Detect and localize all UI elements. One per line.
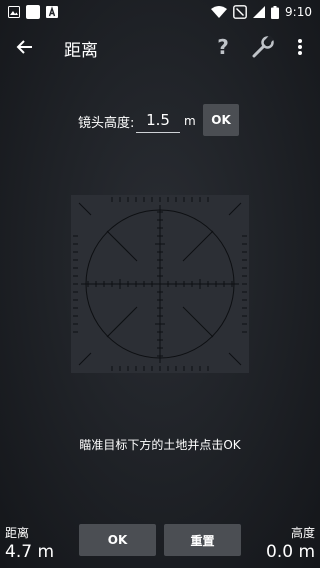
battery-icon	[271, 5, 280, 19]
height-value: 0.0 m	[266, 542, 315, 562]
lens-ok-button[interactable]: OK	[203, 104, 239, 136]
signal-icon	[253, 6, 266, 18]
wrench-icon[interactable]	[250, 34, 276, 60]
page-title: 距离	[64, 41, 98, 61]
wifi-icon	[211, 6, 228, 18]
app-bar: 距离 ?	[0, 24, 320, 68]
battery-saver-icon	[233, 5, 247, 19]
lens-height-unit: m	[184, 114, 196, 128]
status-time: 9:10	[285, 5, 312, 19]
distance-label: 距离	[5, 526, 30, 540]
status-bar: 9:10	[0, 0, 320, 24]
reset-button[interactable]: 重置	[164, 524, 241, 556]
lens-height-label: 镜头高度:	[78, 116, 135, 131]
more-vert-icon[interactable]	[292, 34, 308, 60]
distance-value: 4.7 m	[5, 542, 54, 562]
status-left-icons	[8, 5, 58, 19]
white-square-icon	[26, 5, 40, 19]
status-right-icons: 9:10	[211, 5, 312, 19]
lens-height-row: 镜头高度: m	[0, 104, 320, 136]
a-box-icon	[46, 6, 58, 18]
lens-height-input[interactable]	[136, 108, 180, 133]
aiming-reticle[interactable]	[71, 195, 249, 373]
help-icon[interactable]: ?	[212, 34, 234, 60]
height-label: 高度	[290, 526, 315, 540]
image-icon	[8, 6, 20, 18]
instruction-text: 瞄准目标下方的土地并点击OK	[79, 438, 241, 452]
back-arrow-icon[interactable]	[12, 34, 38, 60]
ok-button[interactable]: OK	[79, 524, 156, 556]
